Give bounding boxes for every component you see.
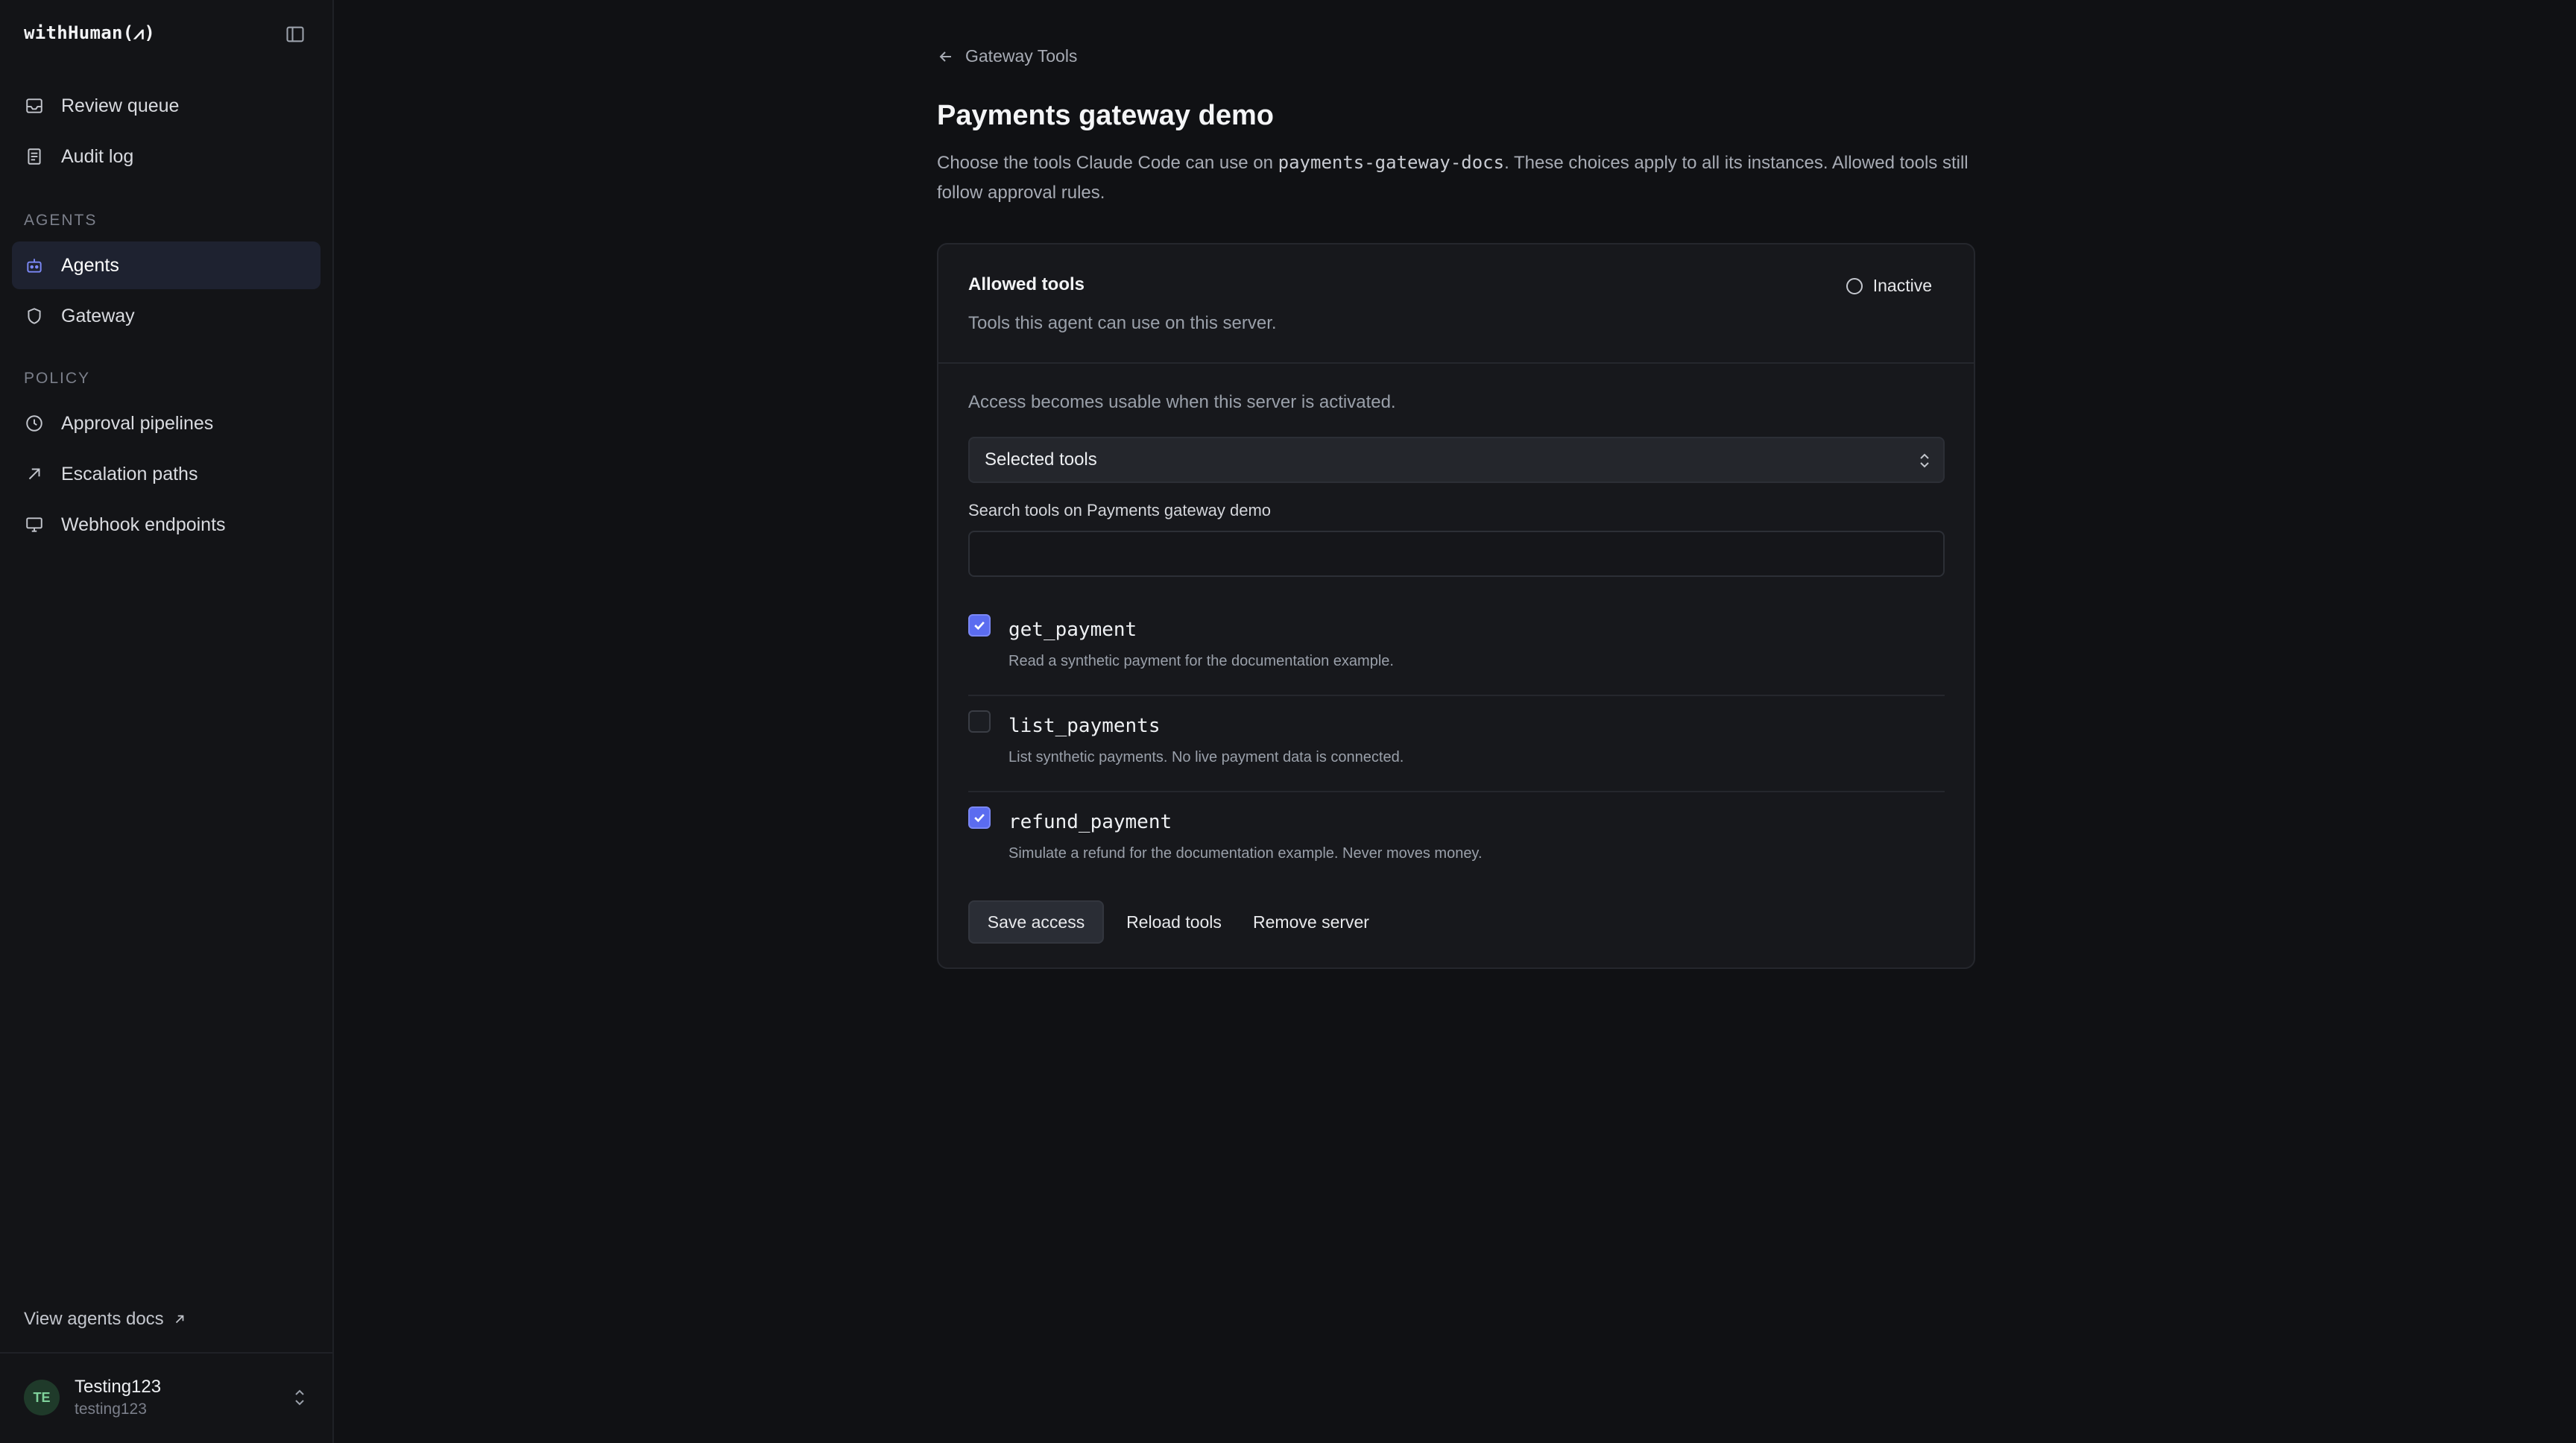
sidebar-item-label: Webhook endpoints [61, 514, 226, 535]
tool-checkbox[interactable] [968, 710, 991, 733]
sidebar-item-audit-log[interactable]: Audit log [12, 133, 321, 180]
sidebar-item-escalation-paths[interactable]: Escalation paths [12, 450, 321, 498]
user-handle: testing123 [75, 1401, 147, 1418]
user-meta: Testing123 testing123 [75, 1377, 161, 1418]
tool-row: refund_payment Simulate a refund for the… [968, 793, 1945, 888]
tool-name: refund_payment [1008, 811, 1172, 833]
bot-icon [24, 255, 45, 276]
status-circle-icon [1846, 277, 1863, 294]
view-agents-docs-link[interactable]: View agents docs [24, 1309, 186, 1330]
access-note: Access becomes usable when this server i… [968, 392, 1396, 412]
inbox-icon [24, 95, 45, 116]
avatar: TE [24, 1380, 60, 1415]
document-icon [24, 146, 45, 167]
sidebar: withHuman(⩘) Review queue Audit log AGEN… [0, 0, 334, 1443]
allowed-tools-card: Allowed tools Tools this agent can use o… [937, 243, 1975, 969]
remove-server-button[interactable]: Remove server [1237, 900, 1386, 944]
sidebar-item-label: Agents [61, 254, 119, 276]
check-icon [974, 621, 985, 631]
sidebar-item-agents[interactable]: Agents [12, 241, 321, 289]
server-slug-code: payments-gateway-docs [1278, 152, 1505, 173]
sidebar-item-webhook-endpoints[interactable]: Webhook endpoints [12, 501, 321, 549]
arrow-up-right-icon [24, 464, 45, 484]
shield-icon [24, 306, 45, 326]
tool-checkbox[interactable] [968, 806, 991, 829]
tool-checkbox[interactable] [968, 614, 991, 637]
main-content: Gateway Tools Payments gateway demo Choo… [334, 0, 2576, 1443]
card-title: Allowed tools [968, 274, 1085, 294]
divider [0, 1352, 332, 1354]
sidebar-toggle-button[interactable] [283, 22, 307, 46]
chevron-up-down-icon [1920, 453, 1929, 468]
sidebar-toggle-icon [286, 26, 304, 42]
status-badge: Inactive [1846, 276, 1932, 296]
reload-tools-button[interactable]: Reload tools [1117, 900, 1231, 944]
card-subtitle: Tools this agent can use on this server. [968, 313, 1277, 333]
tool-description: Simulate a refund for the documentation … [1008, 845, 1483, 862]
card-header: Allowed tools Tools this agent can use o… [938, 244, 1974, 364]
tool-row: get_payment Read a synthetic payment for… [968, 601, 1945, 696]
select-value: Selected tools [985, 449, 1097, 470]
user-name: Testing123 [75, 1377, 162, 1397]
tool-description: List synthetic payments. No live payment… [1008, 749, 1404, 765]
user-menu[interactable]: TE Testing123 testing123 [12, 1367, 321, 1428]
clock-icon [24, 413, 45, 434]
app-root: withHuman(⩘) Review queue Audit log AGEN… [0, 0, 2576, 1443]
external-link-icon [175, 1315, 184, 1324]
check-icon [974, 813, 985, 823]
breadcrumb-label: Gateway Tools [965, 46, 1078, 66]
save-access-button[interactable]: Save access [968, 900, 1104, 944]
sidebar-item-label: Approval pipelines [61, 412, 214, 434]
tool-mode-select[interactable]: Selected tools [968, 437, 1945, 483]
page-title: Payments gateway demo [937, 100, 1274, 131]
arrow-left-icon [939, 51, 951, 62]
search-label: Search tools on Payments gateway demo [968, 501, 1272, 520]
sidebar-section-policy: POLICY [24, 370, 91, 387]
brand-logo[interactable]: withHuman(⩘) [24, 22, 155, 43]
sidebar-item-approval-pipelines[interactable]: Approval pipelines [12, 400, 321, 447]
search-input[interactable] [968, 531, 1945, 577]
monitor-icon [24, 514, 45, 535]
sidebar-item-label: Gateway [61, 305, 135, 326]
sidebar-item-label: Review queue [61, 95, 180, 116]
page-description: Choose the tools Claude Code can use on … [937, 148, 1980, 208]
sidebar-item-label: Audit log [61, 145, 134, 167]
sidebar-section-agents: AGENTS [24, 212, 98, 229]
tool-name: list_payments [1008, 715, 1161, 737]
tool-row: list_payments List synthetic payments. N… [968, 697, 1945, 792]
status-label: Inactive [1872, 276, 1932, 295]
breadcrumb[interactable]: Gateway Tools [937, 46, 1077, 66]
sidebar-item-label: Escalation paths [61, 463, 198, 484]
docs-link-label: View agents docs [24, 1309, 164, 1329]
tool-description: Read a synthetic payment for the documen… [1008, 653, 1394, 669]
tool-name: get_payment [1008, 619, 1137, 641]
description-text: Choose the tools Claude Code can use on [937, 153, 1278, 173]
sidebar-item-gateway[interactable]: Gateway [12, 292, 321, 340]
sidebar-item-review-queue[interactable]: Review queue [12, 82, 321, 130]
chevron-up-down-icon [295, 1389, 304, 1406]
